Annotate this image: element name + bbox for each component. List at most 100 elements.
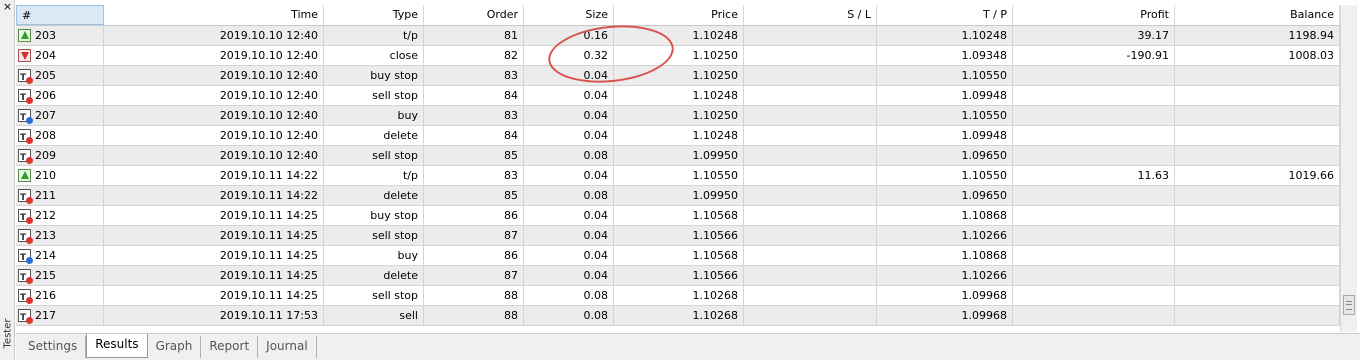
table-row[interactable]: 203 2019.10.10 12:40 t/p 81 0.16 1.10248 1.102… <box>16 26 1340 46</box>
close-icon[interactable]: × <box>2 1 13 13</box>
tp-cell: 1.10550 <box>877 66 1013 85</box>
balance-cell: 1008.03 <box>1175 46 1340 65</box>
profit-cell <box>1013 246 1175 265</box>
order-cell: 81 <box>424 26 524 45</box>
row-number: 217 <box>35 309 56 322</box>
table-row[interactable]: 204 2019.10.10 12:40 close 82 0.32 1.10250 1.0… <box>16 46 1340 66</box>
tab-graph[interactable]: Graph <box>148 336 202 358</box>
number-cell: 204 <box>16 46 104 65</box>
profit-cell <box>1013 186 1175 205</box>
column-header-price[interactable]: Price <box>614 5 744 25</box>
number-cell: 208 <box>16 126 104 145</box>
balance-cell <box>1175 206 1340 225</box>
sl-cell <box>744 26 877 45</box>
row-number: 213 <box>35 229 56 242</box>
column-header-order[interactable]: Order <box>424 5 524 25</box>
tab-journal[interactable]: Journal <box>258 336 317 358</box>
time-cell: 2019.10.11 14:22 <box>104 166 324 185</box>
table-row[interactable]: 217 2019.10.11 17:53sell880.081.10268 1.09… <box>16 306 1340 326</box>
tp-cell: 1.09948 <box>877 126 1013 145</box>
number-cell: 211 <box>16 186 104 205</box>
tab-settings[interactable]: Settings <box>20 336 87 358</box>
table-row[interactable]: 211 2019.10.11 14:22delete850.081.09950 1.… <box>16 186 1340 206</box>
tp-cell: 1.10248 <box>877 26 1013 45</box>
vertical-scrollbar[interactable] <box>1340 5 1357 332</box>
number-cell: 214 <box>16 246 104 265</box>
price-cell: 1.10550 <box>614 166 744 185</box>
take-profit-icon <box>18 169 31 182</box>
column-header-size[interactable]: Size <box>524 5 614 25</box>
price-cell: 1.10250 <box>614 46 744 65</box>
balance-cell <box>1175 246 1340 265</box>
column-header-balance[interactable]: Balance <box>1175 5 1340 25</box>
size-cell: 0.04 <box>524 66 614 85</box>
price-cell: 1.10268 <box>614 286 744 305</box>
table-row[interactable]: 214 2019.10.11 14:25buy860.041.10568 1.108… <box>16 246 1340 266</box>
size-cell: 0.08 <box>524 146 614 165</box>
tab-report[interactable]: Report <box>201 336 259 358</box>
table-row[interactable]: 216 2019.10.11 14:25sell stop880.081.1026… <box>16 286 1340 306</box>
table-row[interactable]: 215 2019.10.11 14:25delete870.041.10566 1.… <box>16 266 1340 286</box>
table-row[interactable]: 212 2019.10.11 14:25buy stop860.041.10568… <box>16 206 1340 226</box>
row-number: 216 <box>35 289 56 302</box>
balance-cell <box>1175 126 1340 145</box>
balance-cell <box>1175 226 1340 245</box>
order-cell: 86 <box>424 206 524 225</box>
type-cell: delete <box>324 126 424 145</box>
sl-cell <box>744 126 877 145</box>
sl-cell <box>744 246 877 265</box>
row-number: 212 <box>35 209 56 222</box>
pending-order-red-icon <box>18 149 33 165</box>
time-cell: 2019.10.10 12:40 <box>104 26 324 45</box>
time-cell: 2019.10.10 12:40 <box>104 146 324 165</box>
size-cell: 0.04 <box>524 106 614 125</box>
column-header-time[interactable]: Time <box>104 5 324 25</box>
column-header-profit[interactable]: Profit <box>1013 5 1175 25</box>
pending-order-red-icon <box>18 129 33 145</box>
table-row[interactable]: 205 2019.10.10 12:40buy stop830.041.10250… <box>16 66 1340 86</box>
type-cell: buy <box>324 106 424 125</box>
table-row[interactable]: 210 2019.10.11 14:22 t/p 83 0.04 1.10550 1.105… <box>16 166 1340 186</box>
table-row[interactable]: 206 2019.10.10 12:40sell stop840.041.1024… <box>16 86 1340 106</box>
pending-order-red-icon <box>18 89 33 105</box>
time-cell: 2019.10.11 14:25 <box>104 226 324 245</box>
column-header-type[interactable]: Type <box>324 5 424 25</box>
price-cell: 1.10568 <box>614 246 744 265</box>
row-number: 211 <box>35 189 56 202</box>
row-number: 207 <box>35 109 56 122</box>
tp-cell: 1.09650 <box>877 186 1013 205</box>
tp-cell: 1.09650 <box>877 146 1013 165</box>
table-row[interactable]: 208 2019.10.10 12:40delete840.041.10248 1.… <box>16 126 1340 146</box>
number-cell: 210 <box>16 166 104 185</box>
sl-cell <box>744 46 877 65</box>
number-cell: 217 <box>16 306 104 325</box>
column-header-sl[interactable]: S / L <box>744 5 877 25</box>
tab-results[interactable]: Results <box>86 333 148 358</box>
size-cell: 0.04 <box>524 126 614 145</box>
table-header: # Time Type Order Size Price S / L T / P… <box>16 5 1340 26</box>
table-row[interactable]: 209 2019.10.10 12:40sell stop850.081.0995… <box>16 146 1340 166</box>
balance-cell <box>1175 86 1340 105</box>
type-cell: sell stop <box>324 146 424 165</box>
row-number: 210 <box>35 169 56 182</box>
balance-cell <box>1175 106 1340 125</box>
time-cell: 2019.10.11 14:22 <box>104 186 324 205</box>
table-row[interactable]: 207 2019.10.10 12:40buy830.041.10250 1.105… <box>16 106 1340 126</box>
type-cell: t/p <box>324 26 424 45</box>
column-header-tp[interactable]: T / P <box>877 5 1013 25</box>
profit-cell: -190.91 <box>1013 46 1175 65</box>
profit-cell <box>1013 106 1175 125</box>
tp-cell: 1.10868 <box>877 246 1013 265</box>
price-cell: 1.10566 <box>614 266 744 285</box>
price-cell: 1.10248 <box>614 126 744 145</box>
row-number: 215 <box>35 269 56 282</box>
scrollbar-thumb[interactable] <box>1343 295 1355 315</box>
time-cell: 2019.10.11 14:25 <box>104 246 324 265</box>
profit-cell <box>1013 306 1175 325</box>
profit-cell <box>1013 66 1175 85</box>
size-cell: 0.16 <box>524 26 614 45</box>
number-cell: 216 <box>16 286 104 305</box>
profit-cell <box>1013 266 1175 285</box>
column-header-number[interactable]: # <box>16 5 104 25</box>
table-row[interactable]: 213 2019.10.11 14:25sell stop870.041.1056… <box>16 226 1340 246</box>
